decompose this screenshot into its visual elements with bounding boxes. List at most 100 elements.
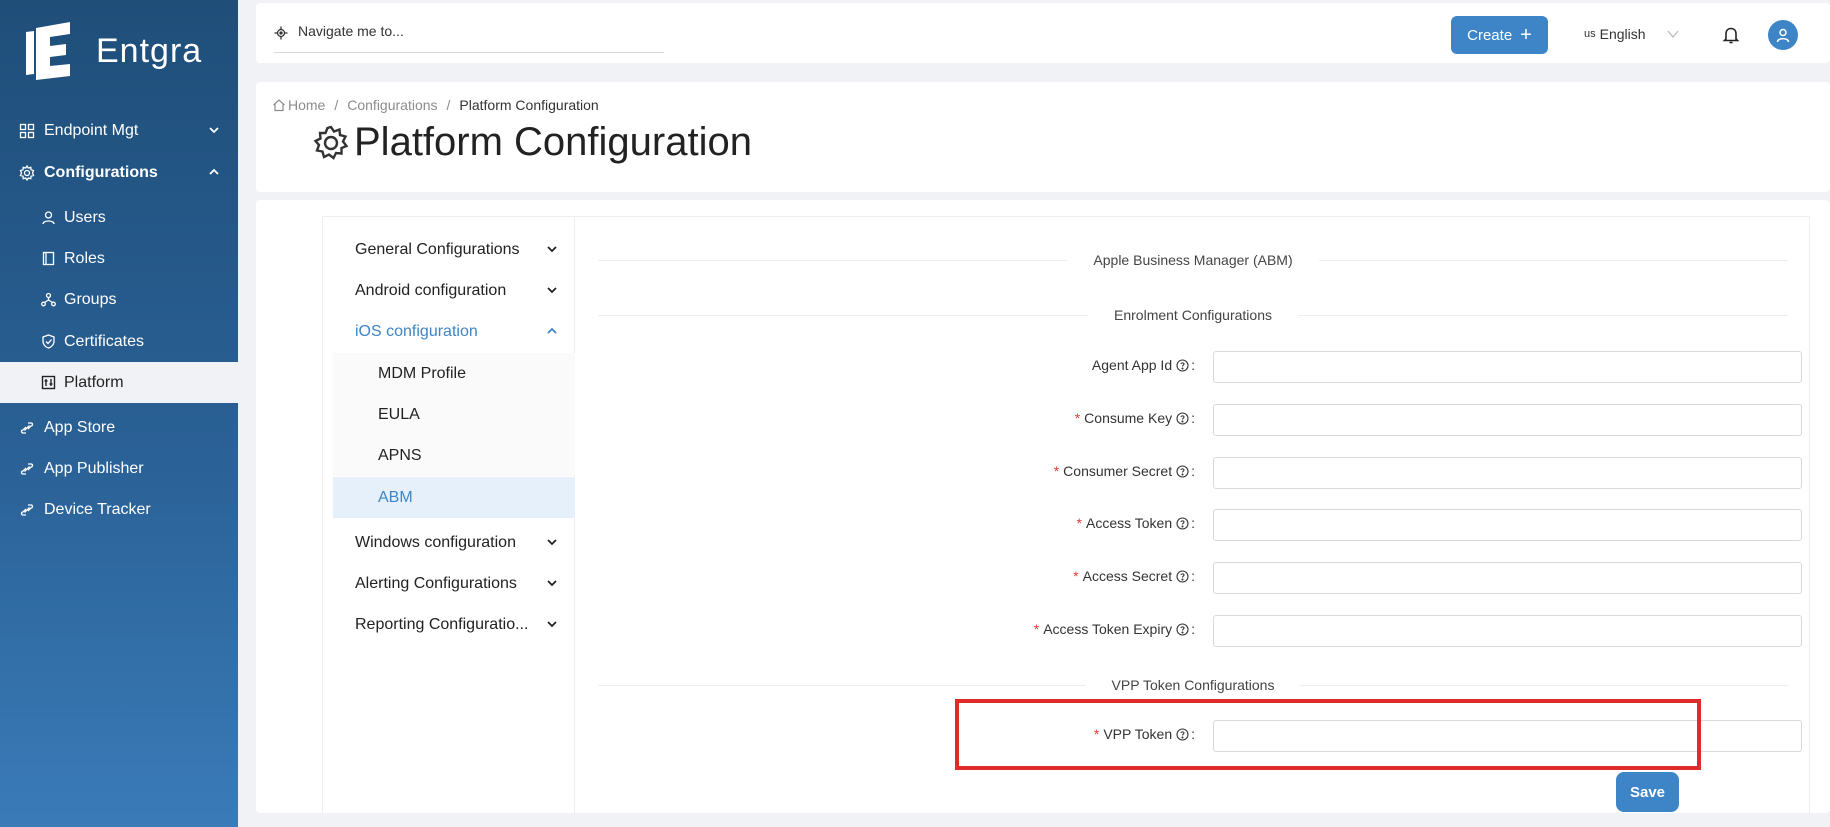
question-circle-icon[interactable] [1176,411,1189,425]
field-access-token-expiry: * Access Token Expiry: [598,615,1802,647]
sidebar-item-configurations[interactable]: Configurations [0,152,238,193]
navigate-search [274,23,664,53]
chevron-down-icon [209,127,219,134]
highlight-box [955,699,1701,770]
submenu-label: APNS [378,446,422,464]
question-circle-icon[interactable] [1176,516,1189,530]
user-icon [41,210,56,225]
field-label: * Access Token Expiry: [1033,621,1195,637]
sidebar-item-label: Roles [64,249,105,267]
sidebar-item-app-publisher[interactable]: App Publisher [0,448,238,489]
cluster-icon [41,292,56,307]
plus-icon: + [1520,24,1532,46]
language-flag: us [1584,28,1596,40]
submenu-windows-configuration[interactable]: Windows configuration [333,522,575,563]
link-icon [19,502,35,518]
section-title: VPP Token Configurations [1111,677,1275,693]
submenu-alerting-configurations[interactable]: Alerting Configurations [333,563,575,604]
submenu-ios-configuration[interactable]: iOS configuration [333,311,575,352]
breadcrumb-separator: / [446,97,451,113]
sidebar-item-endpoint-mgt[interactable]: Endpoint Mgt [0,110,238,151]
sidebar-item-label: Configurations [44,163,158,181]
field-access-secret: * Access Secret: [598,562,1802,594]
breadcrumb: Home / Configurations / Platform Configu… [272,97,599,113]
page-header: Home / Configurations / Platform Configu… [256,82,1830,192]
submenu-label: General Configurations [355,240,520,258]
chevron-up-icon [547,327,557,334]
section-title: Apple Business Manager (ABM) [1093,252,1293,268]
submenu-eula[interactable]: EULA [333,394,575,435]
sidebar: Entgra Endpoint Mgt Configurations Users… [0,0,238,827]
question-circle-icon[interactable] [1176,569,1189,583]
chevron-up-icon [209,168,219,175]
page-title: Platform Configuration [312,120,752,165]
chevron-down-icon [547,539,557,546]
submenu-label: Reporting Configuratio... [355,615,529,633]
brand-name: Entgra [96,31,203,70]
access-token-expiry-input[interactable] [1213,615,1802,647]
submenu-label: MDM Profile [378,364,467,382]
submenu-general-configurations[interactable]: General Configurations [333,229,575,270]
grid-icon [19,123,35,139]
submenu-label: Android configuration [355,281,507,299]
home-icon [273,99,285,112]
field-label: * Access Secret: [1073,568,1195,584]
breadcrumb-configurations[interactable]: Configurations [347,97,437,113]
field-agent-app-id: Agent App Id: [598,351,1802,383]
consume-key-input[interactable] [1213,404,1802,436]
logo[interactable]: Entgra [22,22,202,80]
shield-icon [41,334,56,349]
top-header: Create + us English [256,3,1830,63]
submenu-reporting-configurations[interactable]: Reporting Configuratio... [333,604,575,645]
gear-icon [19,164,35,181]
agent-app-id-input[interactable] [1213,351,1802,383]
field-label: Agent App Id: [1091,357,1195,373]
field-consumer-secret: * Consumer Secret: [598,457,1802,489]
book-icon [41,251,56,266]
sidebar-item-label: Users [64,208,106,226]
question-circle-icon[interactable] [1176,358,1189,372]
consumer-secret-input[interactable] [1213,457,1802,489]
section-title: Enrolment Configurations [1114,307,1272,323]
chevron-down-icon [1667,30,1679,39]
entgra-logo-icon [26,22,70,80]
bell-icon[interactable] [1721,25,1741,45]
language-selector[interactable]: us English [1584,26,1680,42]
create-button-label: Create [1467,26,1513,44]
sidebar-item-users[interactable]: Users [0,197,238,238]
submenu-mdm-profile[interactable]: MDM Profile [333,353,575,394]
sidebar-item-label: Groups [64,290,117,308]
question-circle-icon[interactable] [1176,464,1189,478]
sidebar-item-label: App Store [44,418,116,436]
sidebar-item-device-tracker[interactable]: Device Tracker [0,489,238,530]
submenu-apns[interactable]: APNS [333,435,575,476]
user-icon [1776,28,1790,43]
submenu-label: EULA [378,405,420,423]
sidebar-item-app-store[interactable]: App Store [0,407,238,448]
sidebar-item-groups[interactable]: Groups [0,279,238,320]
submenu-label: ABM [378,488,413,506]
sidebar-item-label: Platform [64,373,124,391]
sidebar-item-roles[interactable]: Roles [0,238,238,279]
sidebar-item-certificates[interactable]: Certificates [0,321,238,362]
gear-icon [313,125,349,160]
navigate-search-input[interactable] [298,23,658,39]
access-token-input[interactable] [1213,509,1802,541]
chevron-down-icon [547,246,557,253]
submenu-abm[interactable]: ABM [333,477,575,518]
field-label: * Consumer Secret: [1053,463,1195,479]
avatar[interactable] [1768,20,1798,50]
sidebar-item-label: Device Tracker [44,500,151,518]
locate-icon [274,26,288,40]
sidebar-item-platform[interactable]: Platform [0,362,238,403]
question-circle-icon[interactable] [1176,622,1189,636]
create-button[interactable]: Create + [1451,16,1548,54]
chevron-down-icon [547,287,557,294]
platform-icon [41,375,56,390]
breadcrumb-home[interactable]: Home [288,97,325,113]
access-secret-input[interactable] [1213,562,1802,594]
save-button[interactable]: Save [1616,772,1679,812]
breadcrumb-separator: / [334,97,339,113]
submenu-android-configuration[interactable]: Android configuration [333,270,575,311]
field-access-token: * Access Token: [598,509,1802,541]
